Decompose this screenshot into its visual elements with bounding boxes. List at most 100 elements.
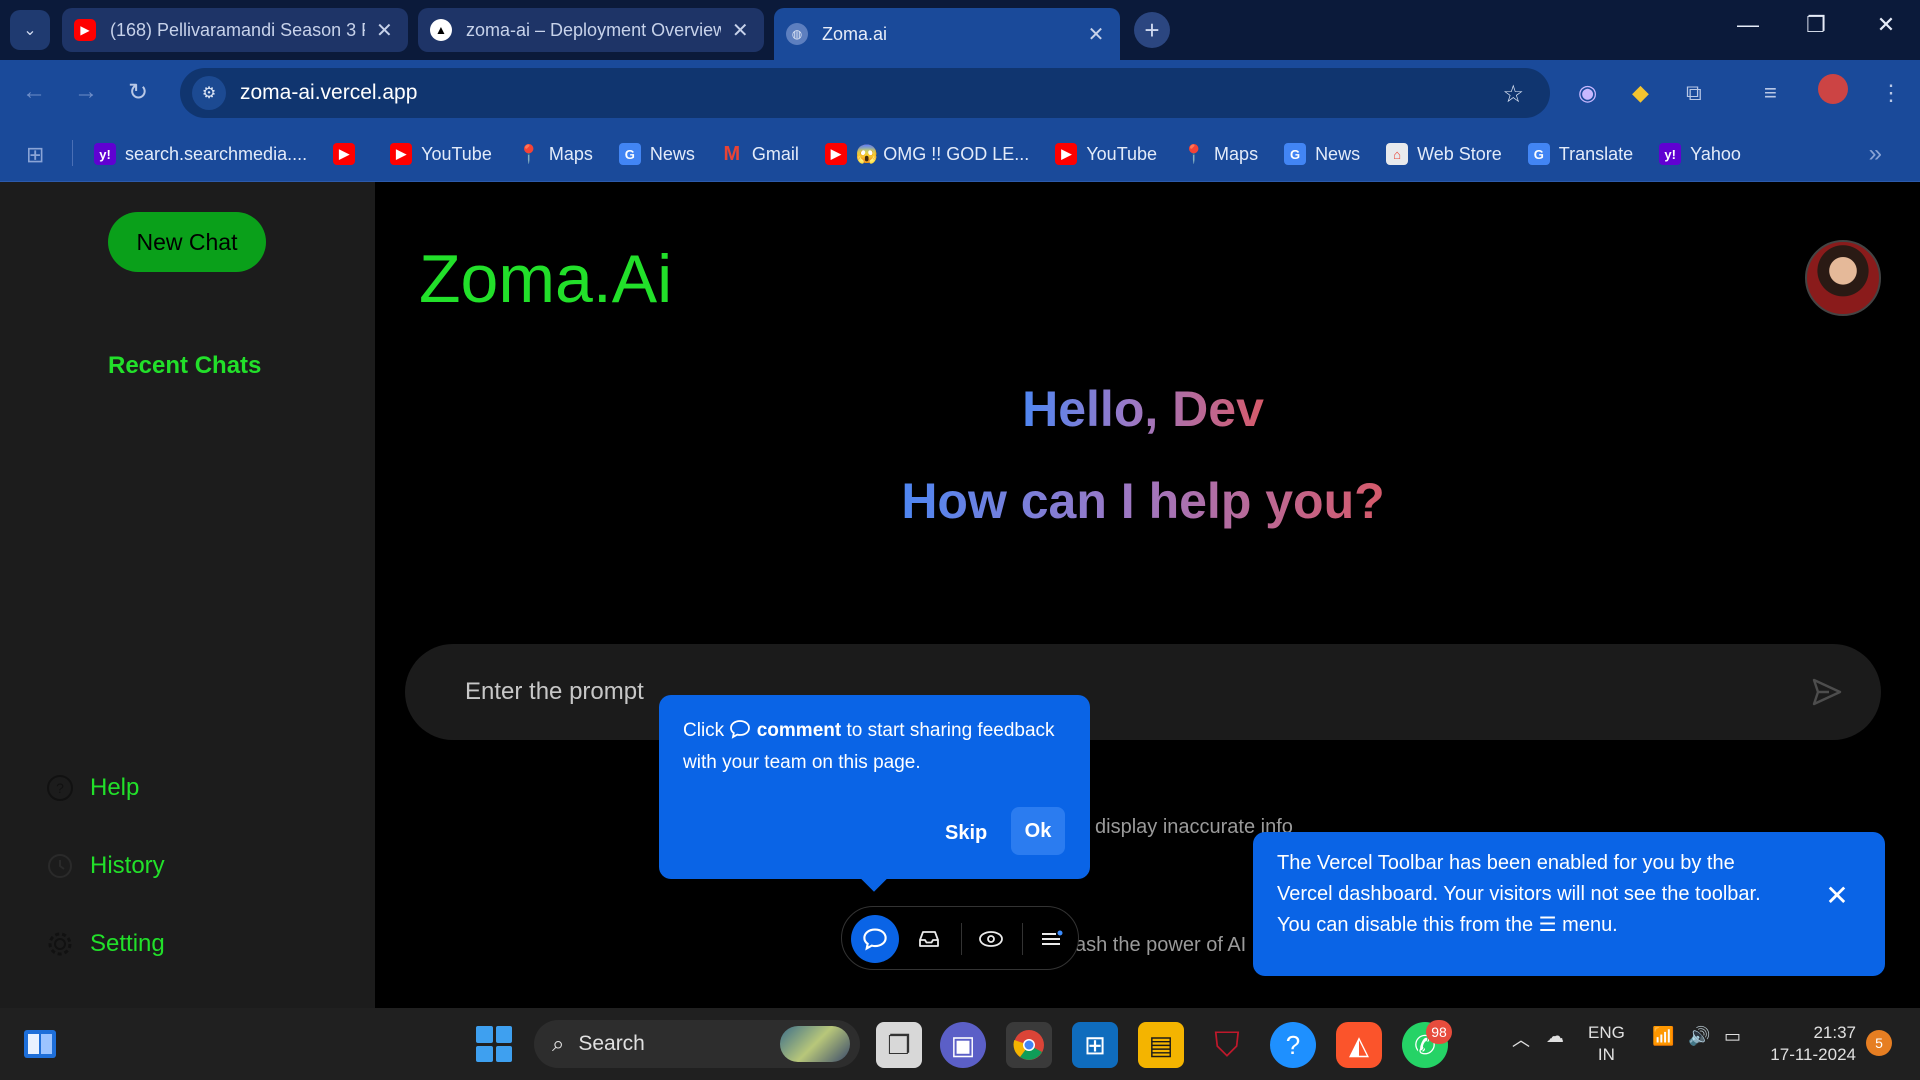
bookmark-item[interactable]: ▶ (333, 143, 364, 165)
extension-icon[interactable]: ◉ (1578, 80, 1597, 106)
clock[interactable]: 21:37 17-11-2024 (1768, 1022, 1856, 1066)
store-icon[interactable]: ⊞ (1072, 1022, 1118, 1068)
taskbar-search[interactable]: ⌕ Search (534, 1020, 860, 1068)
cloud-icon[interactable]: ☁ (1546, 1026, 1564, 1047)
battery-icon[interactable]: ▭ (1724, 1026, 1741, 1047)
extension-icon[interactable]: ◆ (1632, 80, 1649, 106)
browser-toolbar: ← → ↻ ⚙ zoma-ai.vercel.app ☆ ◉ ◆ ⧉ ≡ ⋮ (0, 60, 1920, 126)
bookmark-item[interactable]: G News (618, 143, 695, 165)
user-avatar[interactable] (1805, 240, 1881, 316)
tab-zoma[interactable]: ◍ Zoma.ai ✕ (774, 8, 1120, 60)
news-icon: G (1284, 143, 1307, 165)
language-text: ENG (1588, 1023, 1625, 1042)
chevron-right-icon[interactable]: » (1869, 140, 1882, 168)
close-icon[interactable]: ✕ (729, 18, 752, 43)
bookmark-item[interactable]: G News (1284, 143, 1360, 165)
task-view-icon[interactable]: ❐ (876, 1022, 922, 1068)
help-question: How can I help you? (375, 472, 1911, 530)
mcafee-icon[interactable]: ⛉ (1204, 1022, 1250, 1068)
send-icon[interactable] (1811, 676, 1843, 708)
notification-badge[interactable]: 5 (1866, 1030, 1892, 1056)
sidebar-item-history[interactable]: History (46, 852, 165, 880)
new-chat-button[interactable]: New Chat (108, 212, 266, 272)
search-icon: ⌕ (552, 1031, 565, 1056)
puzzle-icon[interactable]: ⧉ (1686, 80, 1702, 106)
eye-icon[interactable] (967, 915, 1015, 963)
tagline-text: ash the power of AI (1075, 934, 1247, 956)
sidebar-item-help[interactable]: ? Help (46, 774, 139, 802)
close-icon[interactable]: ✕ (373, 18, 396, 43)
globe-icon: ◍ (786, 23, 808, 45)
reload-button[interactable]: ↻ (128, 78, 148, 107)
gmail-icon: M (723, 142, 741, 165)
toast-text: menu. (1562, 914, 1618, 936)
browser-tabstrip: ⌄ ▶ (168) Pellivaramandi Season 3 F ✕ ▲ … (0, 0, 1920, 60)
chrome-icon[interactable] (1006, 1022, 1052, 1068)
media-control-icon[interactable]: ≡ (1764, 80, 1777, 106)
close-icon[interactable]: ✕ (1084, 22, 1108, 47)
restore-button[interactable]: ❐ (1796, 12, 1836, 38)
menu-icon[interactable]: ⋮ (1880, 80, 1902, 106)
bookmark-label: News (1315, 143, 1361, 164)
prompt-box (405, 644, 1881, 740)
tab-vercel[interactable]: ▲ zoma-ai – Deployment Overview ✕ (418, 8, 764, 52)
minimize-button[interactable]: — (1728, 12, 1768, 38)
bookmark-label: Translate (1558, 143, 1634, 164)
inbox-icon[interactable] (905, 915, 953, 963)
site-info-icon[interactable]: ⚙ (192, 76, 226, 110)
whatsapp-badge: 98 (1426, 1020, 1452, 1044)
youtube-icon: ▶ (1055, 143, 1078, 165)
close-icon[interactable]: ✕ (1823, 882, 1851, 910)
bookmark-item[interactable]: y! Yahoo (1659, 143, 1741, 165)
forward-button[interactable]: → (74, 78, 98, 106)
bookmark-label: 😱 OMG !! GOD LE... (855, 143, 1030, 164)
widgets-icon[interactable] (22, 1028, 58, 1060)
bookmark-item[interactable]: ▶ 😱 OMG !! GOD LE... (824, 143, 1030, 165)
new-tab-button[interactable]: + (1134, 12, 1170, 48)
restore-icon: ❐ (1806, 12, 1826, 37)
volume-icon[interactable]: 🔊 (1688, 1026, 1710, 1047)
language-indicator[interactable]: ENG IN (1588, 1022, 1625, 1066)
toast-text: The Vercel Toolbar has been enabled for … (1277, 852, 1761, 936)
teams-icon[interactable]: ▣ (940, 1022, 986, 1068)
maps-icon: 📍 (1182, 143, 1206, 164)
bookmark-star-icon[interactable]: ☆ (1502, 80, 1524, 109)
translate-icon: G (1527, 143, 1550, 165)
ok-button[interactable]: Ok (1011, 807, 1065, 855)
bookmark-item[interactable]: M Gmail (721, 143, 799, 165)
sidebar: New Chat Recent Chats ? Help History Set… (0, 182, 375, 1008)
wifi-icon[interactable]: 📶 (1652, 1026, 1674, 1047)
bookmark-item[interactable]: G Translate (1527, 143, 1634, 165)
bookmark-item[interactable]: 📍 Maps (518, 143, 593, 165)
folder-icon[interactable]: ▤ (1138, 1022, 1184, 1068)
greeting-text: Hello, Dev (1022, 381, 1264, 437)
brave-icon[interactable]: ◭ (1336, 1022, 1382, 1068)
taskbar-search-label: Search (578, 1032, 645, 1055)
comment-icon[interactable] (851, 915, 899, 963)
url-text[interactable]: zoma-ai.vercel.app (240, 81, 417, 105)
youtube-icon: ▶ (390, 143, 413, 165)
apps-grid-icon[interactable]: ⊞ (26, 142, 44, 168)
tab-search-button[interactable]: ⌄ (10, 10, 50, 50)
search-highlight-image (780, 1026, 850, 1062)
back-button[interactable]: ← (22, 78, 46, 106)
menu-icon[interactable] (1027, 915, 1075, 963)
tab-youtube[interactable]: ▶ (168) Pellivaramandi Season 3 F ✕ (62, 8, 408, 52)
bookmark-item[interactable]: ⌂ Web Store (1386, 143, 1502, 165)
bookmark-item[interactable]: 📍 Maps (1183, 143, 1258, 165)
comment-onboarding-popup: Click comment to start sharing feedback … (659, 695, 1090, 892)
chevron-up-icon[interactable]: ︿ (1512, 1026, 1530, 1052)
address-bar[interactable]: ⚙ zoma-ai.vercel.app ☆ (180, 68, 1550, 118)
start-button[interactable] (476, 1026, 512, 1062)
profile-avatar[interactable] (1818, 74, 1848, 104)
bookmark-item[interactable]: ▶ YouTube (390, 143, 492, 165)
bookmark-item[interactable]: y! search.searchmedia.... (94, 143, 307, 165)
tab-title: zoma-ai – Deployment Overview (466, 19, 721, 40)
vercel-toolbar-toast: The Vercel Toolbar has been enabled for … (1253, 832, 1885, 976)
help-app-icon[interactable]: ? (1270, 1022, 1316, 1068)
yahoo-icon: y! (94, 143, 116, 165)
skip-button[interactable]: Skip (945, 817, 987, 849)
bookmark-item[interactable]: ▶ YouTube (1055, 143, 1157, 165)
close-window-button[interactable]: ✕ (1866, 12, 1906, 38)
sidebar-item-setting[interactable]: Setting (46, 930, 165, 958)
